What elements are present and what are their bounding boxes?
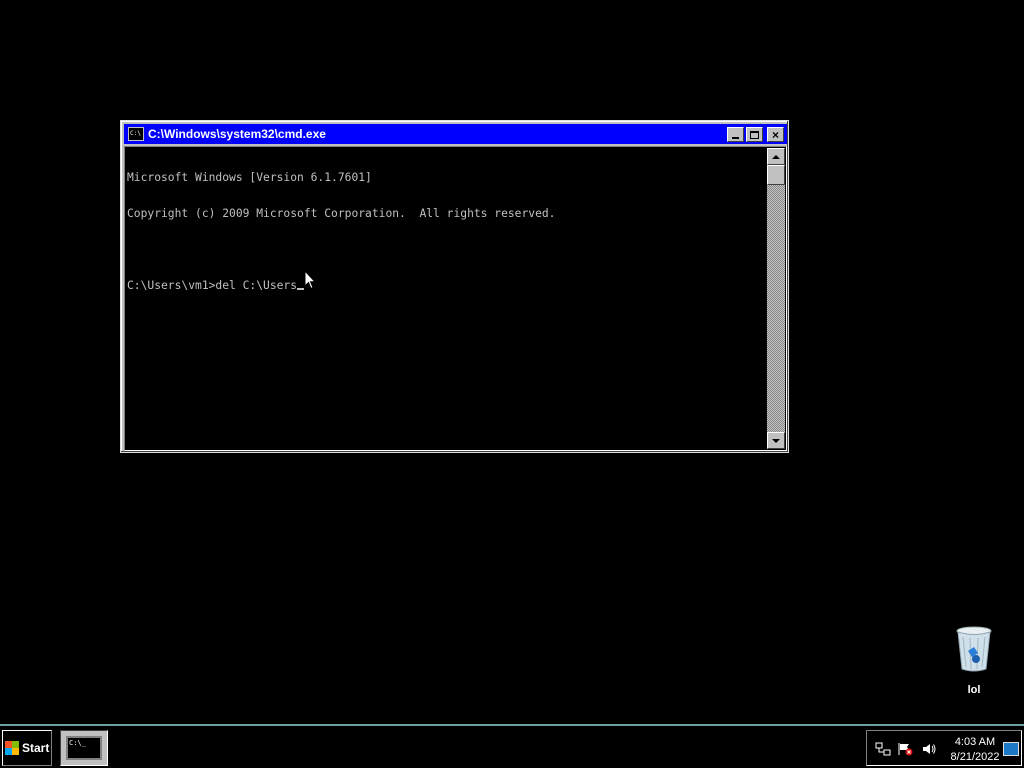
- window-title: C:\Windows\system32\cmd.exe: [148, 127, 326, 141]
- close-button[interactable]: ×: [767, 127, 784, 142]
- network-icon[interactable]: [875, 742, 891, 756]
- system-tray: 4:03 AM 8/21/2022: [866, 730, 1022, 766]
- windows-logo-icon: [5, 741, 19, 755]
- arrow-up-icon: [772, 154, 780, 159]
- console-output[interactable]: Microsoft Windows [Version 6.1.7601] Cop…: [127, 148, 767, 448]
- scrollbar-track[interactable]: [767, 165, 785, 432]
- minimize-icon: [732, 137, 739, 139]
- action-center-flag-icon[interactable]: [897, 742, 913, 756]
- taskbar-item-cmd[interactable]: C:\_: [60, 730, 108, 766]
- minimize-button[interactable]: [727, 127, 744, 142]
- clock-time: 4:03 AM: [954, 736, 996, 748]
- desktop-icon-label: lol: [967, 684, 981, 696]
- scroll-down-button[interactable]: [767, 432, 785, 449]
- maximize-icon: [750, 130, 759, 139]
- cmd-app-icon[interactable]: C:\: [128, 127, 144, 141]
- show-desktop-button[interactable]: [1003, 742, 1019, 756]
- cmd-window[interactable]: C:\ C:\Windows\system32\cmd.exe × Micros…: [120, 120, 789, 453]
- clock-date: 8/21/2022: [950, 751, 1000, 763]
- taskbar: Start C:\_ 4:03 AM 8/21/2022: [0, 724, 1024, 768]
- volume-icon[interactable]: [921, 742, 937, 756]
- title-bar[interactable]: C:\ C:\Windows\system32\cmd.exe ×: [124, 124, 787, 144]
- scroll-up-button[interactable]: [767, 148, 785, 165]
- scrollbar-thumb[interactable]: [767, 165, 785, 185]
- close-icon: ×: [771, 127, 779, 142]
- text-cursor: [297, 288, 305, 290]
- cmd-taskbar-icon: C:\_: [66, 736, 102, 760]
- start-button[interactable]: Start: [2, 730, 52, 766]
- clock[interactable]: 4:03 AM 8/21/2022: [945, 735, 1005, 765]
- mouse-pointer-icon: [304, 270, 316, 290]
- console-line: Microsoft Windows [Version 6.1.7601]: [127, 171, 372, 184]
- console-frame: Microsoft Windows [Version 6.1.7601] Cop…: [124, 146, 787, 451]
- recycle-bin-icon: [956, 626, 992, 672]
- console-line: Copyright (c) 2009 Microsoft Corporation…: [127, 207, 556, 220]
- desktop-icon-recycle-bin[interactable]: lol: [950, 625, 998, 696]
- maximize-button[interactable]: [746, 127, 763, 142]
- desktop: C:\ C:\Windows\system32\cmd.exe × Micros…: [0, 0, 1024, 724]
- vertical-scrollbar[interactable]: [767, 148, 785, 449]
- start-label: Start: [22, 741, 50, 755]
- arrow-down-icon: [772, 438, 780, 443]
- console-command: C:\Users\vm1>del C:\Users: [127, 279, 298, 292]
- console-prompt-line: C:\Users\vm1>del C:\Users: [127, 280, 767, 292]
